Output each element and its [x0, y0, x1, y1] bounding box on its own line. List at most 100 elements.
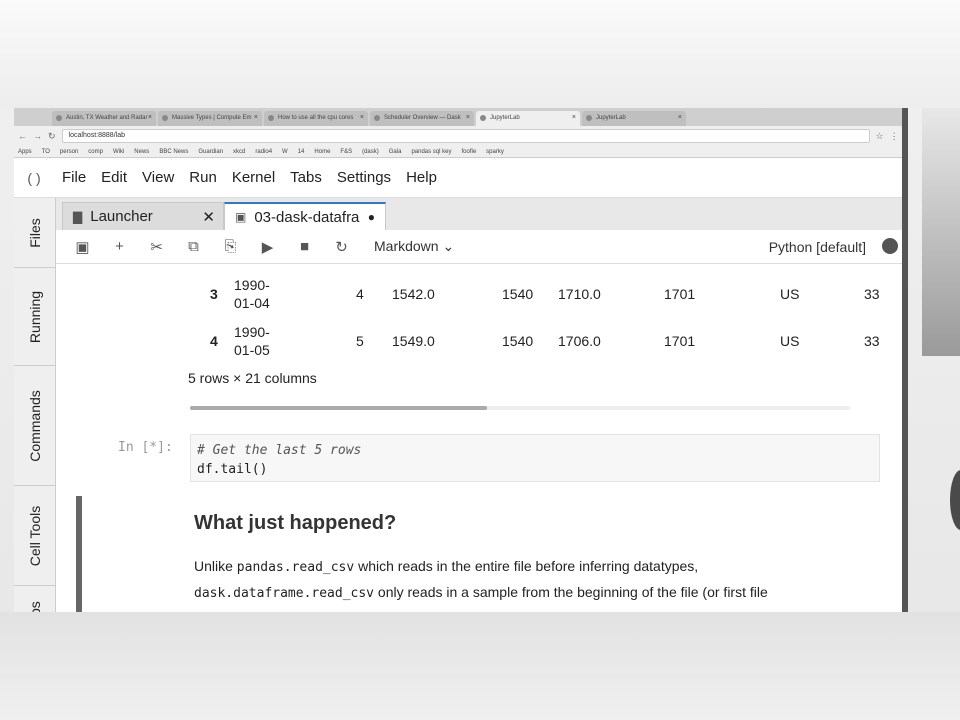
browser-tab[interactable]: How to use all the cpu cores × [264, 111, 368, 126]
browser-tab-active[interactable]: JupyterLab × [476, 111, 580, 126]
sidebar-tab-files[interactable]: Files [14, 198, 56, 268]
left-sidebar: Files Running Commands Cell Tools Tabs [14, 198, 56, 612]
browser-tab[interactable]: Austin, TX Weather and Radar × [52, 111, 156, 126]
markdown-heading: What just happened? [194, 512, 397, 534]
bookmark[interactable]: person [60, 149, 78, 155]
background-top [0, 0, 960, 108]
bookmark[interactable]: foofle [461, 149, 476, 155]
close-icon[interactable]: × [572, 114, 576, 121]
unsaved-dot-icon[interactable]: ● [368, 210, 375, 224]
menu-kernel[interactable]: Kernel [232, 169, 275, 186]
code-comment: # Get the last 5 rows [197, 443, 362, 458]
sidebar-tab-tabs[interactable]: Tabs [14, 586, 56, 612]
cell-prompt: In [*]: [118, 440, 173, 455]
menu-tabs[interactable]: Tabs [290, 169, 322, 186]
browser-tab-bar: Austin, TX Weather and Radar × Massive Ty… [14, 108, 902, 126]
tab-launcher[interactable]: ▇ Launcher ✕ [62, 202, 224, 230]
add-cell-icon[interactable]: + [101, 238, 138, 255]
markdown-paragraph-line: dask.dataframe.read_csv only reads in a … [194, 584, 768, 601]
favicon-icon [374, 115, 380, 121]
code-cell-editor[interactable]: # Get the last 5 rows df.tail() [190, 434, 880, 482]
bookmark[interactable]: radio4 [255, 149, 272, 155]
bookmark[interactable]: 14 [298, 149, 305, 155]
bookmark[interactable]: Home [314, 149, 330, 155]
bookmark[interactable]: W [282, 149, 288, 155]
back-icon[interactable]: ← [18, 131, 27, 141]
sidebar-tab-cell-tools[interactable]: Cell Tools [14, 486, 56, 586]
close-icon[interactable]: × [360, 114, 364, 121]
forward-icon[interactable]: → [33, 131, 42, 141]
bookmark[interactable]: xkcd [233, 149, 245, 155]
close-icon[interactable]: × [466, 114, 470, 121]
favicon-icon [586, 115, 592, 121]
jupyter-menu-bar: ( ) File Edit View Run Kernel Tabs Setti… [14, 158, 902, 198]
stop-icon[interactable]: ■ [286, 238, 323, 255]
notebook-toolbar: ▣ + ✂ ⧉ ⎘ ▶ ■ ↻ Markdown ⌄ Python [defau… [56, 230, 902, 264]
bookmark[interactable]: Wiki [113, 149, 124, 155]
menu-help[interactable]: Help [406, 169, 437, 186]
table-row: 3 1990- 01-04 4 1542.0 1540 1710.0 1701 U… [210, 277, 880, 311]
bookmark[interactable]: Guardian [198, 149, 223, 155]
launcher-icon: ▇ [73, 209, 83, 224]
browser-window: Austin, TX Weather and Radar × Massive Ty… [14, 108, 908, 612]
close-icon[interactable]: × [254, 114, 258, 121]
favicon-icon [480, 115, 486, 121]
main-area: ▇ Launcher ✕ ▣ 03-dask-datafra ● ▣ + ✂ ⧉… [56, 198, 902, 612]
menu-run[interactable]: Run [189, 169, 217, 186]
table-row: 4 1990- 01-05 5 1549.0 1540 1706.0 1701 U… [210, 324, 880, 358]
bookmark[interactable]: sparky [486, 149, 504, 155]
copy-icon[interactable]: ⧉ [175, 238, 212, 255]
bookmark[interactable]: Gala [389, 149, 402, 155]
menu-settings[interactable]: Settings [337, 169, 391, 186]
bookmark[interactable]: BBC News [159, 149, 188, 155]
favicon-icon [268, 115, 274, 121]
address-bar: ← → ↻ localhost:8888/lab ☆ ⋮ [14, 126, 902, 146]
jupyter-logo-icon: ( ) [27, 169, 41, 186]
favicon-icon [162, 115, 168, 121]
background-panel [922, 108, 960, 356]
favicon-icon [56, 115, 62, 121]
bookmark[interactable]: News [134, 149, 149, 155]
bookmarks-bar: Apps TO person comp Wiki News BBC News G… [14, 146, 902, 158]
cut-icon[interactable]: ✂ [138, 238, 175, 256]
menu-icon[interactable]: ⋮ [890, 131, 899, 142]
tab-notebook[interactable]: ▣ 03-dask-datafra ● [224, 202, 386, 230]
browser-tab[interactable]: Massive Types | Compute Em × [158, 111, 262, 126]
url-field[interactable]: localhost:8888/lab [61, 129, 870, 143]
bookmark[interactable]: comp [88, 149, 103, 155]
cell-type-select[interactable]: Markdown ⌄ [374, 238, 454, 255]
close-icon[interactable]: × [678, 114, 682, 121]
bookmark[interactable]: F&S [340, 149, 352, 155]
horizontal-scrollbar[interactable] [190, 406, 850, 410]
reload-icon[interactable]: ↻ [48, 131, 56, 142]
save-icon[interactable]: ▣ [64, 238, 101, 256]
background-bottom [0, 612, 960, 720]
restart-icon[interactable]: ↻ [323, 238, 360, 256]
notebook-icon: ▣ [235, 210, 247, 224]
kernel-status-icon [882, 238, 898, 254]
menu-edit[interactable]: Edit [101, 169, 127, 186]
paste-icon[interactable]: ⎘ [212, 238, 249, 255]
background-knob [950, 470, 960, 530]
sidebar-tab-running[interactable]: Running [14, 268, 56, 366]
menu-file[interactable]: File [62, 169, 86, 186]
menu-view[interactable]: View [142, 169, 174, 186]
close-icon[interactable]: ✕ [202, 208, 215, 226]
sidebar-tab-commands[interactable]: Commands [14, 366, 56, 486]
bookmark[interactable]: (dask) [362, 149, 379, 155]
scrollbar-thumb[interactable] [190, 406, 487, 410]
cell-active-indicator [76, 496, 82, 612]
code-line: df.tail() [197, 462, 268, 477]
kernel-name[interactable]: Python [default] [769, 239, 866, 255]
bookmark[interactable]: TO [42, 149, 50, 155]
close-icon[interactable]: × [148, 114, 152, 121]
browser-tab[interactable]: JupyterLab × [582, 111, 686, 126]
bookmark[interactable]: pandas sql key [411, 149, 451, 155]
browser-tab[interactable]: Scheduler Overview — Dask × [370, 111, 474, 126]
markdown-paragraph-line: Unlike pandas.read_csv which reads in th… [194, 558, 699, 575]
bookmark[interactable]: Apps [18, 149, 32, 155]
chevron-down-icon: ⌄ [442, 238, 455, 254]
run-icon[interactable]: ▶ [249, 238, 286, 256]
notebook-content: 3 1990- 01-04 4 1542.0 1540 1710.0 1701 U… [56, 264, 902, 612]
star-icon[interactable]: ☆ [876, 131, 884, 142]
